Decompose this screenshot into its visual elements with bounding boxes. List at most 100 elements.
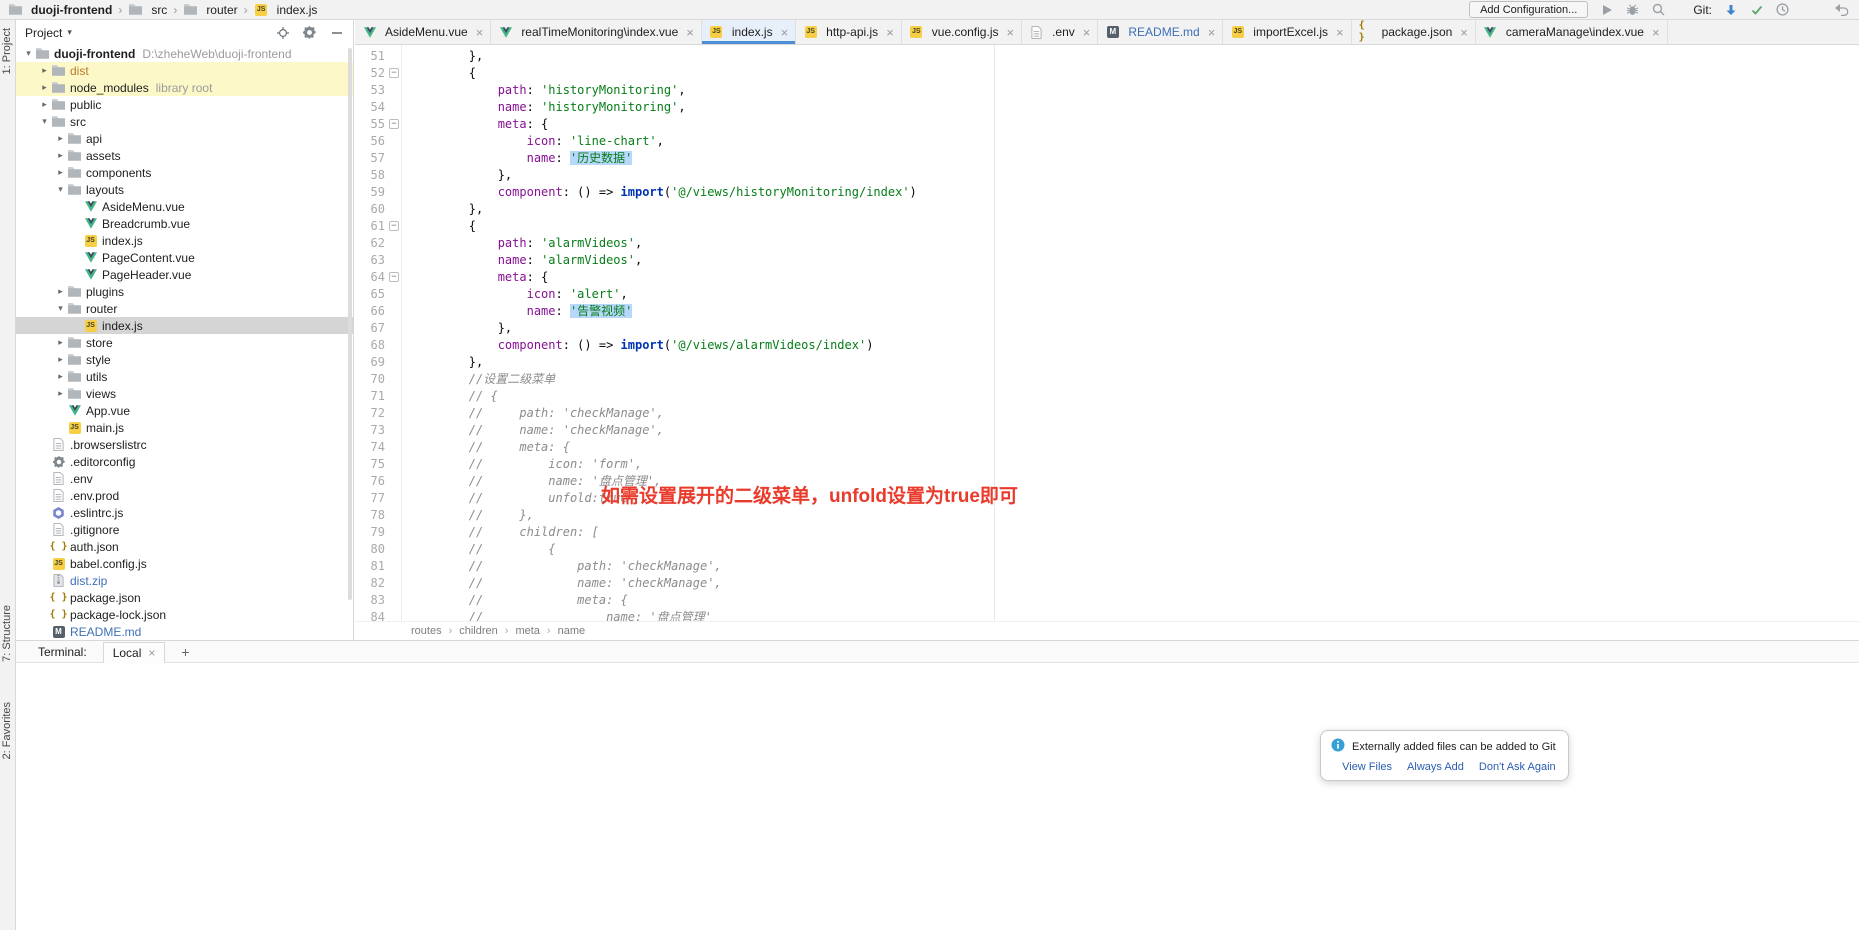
- chevron-down-icon[interactable]: ▾: [54, 303, 67, 314]
- fold-icon[interactable]: −: [389, 68, 399, 78]
- editor-tab[interactable]: JSimportExcel.js×: [1223, 20, 1351, 44]
- tree-row[interactable]: { }package-lock.json: [16, 606, 353, 623]
- editor-tab[interactable]: .env×: [1022, 20, 1098, 44]
- git-update-icon[interactable]: [1723, 2, 1738, 17]
- close-icon[interactable]: ×: [1460, 26, 1468, 39]
- new-terminal-icon[interactable]: +: [181, 644, 189, 660]
- git-history-icon[interactable]: [1775, 2, 1790, 17]
- gear-icon[interactable]: [302, 25, 317, 40]
- breadcrumb-item[interactable]: duoji-frontend: [6, 3, 114, 17]
- close-icon[interactable]: ×: [781, 26, 789, 39]
- editor-breadcrumb-item[interactable]: name: [558, 625, 586, 637]
- tree-row[interactable]: ▸node_moduleslibrary root: [16, 79, 353, 96]
- tree-row[interactable]: ▸api: [16, 130, 353, 147]
- chevron-right-icon[interactable]: ▸: [38, 82, 51, 93]
- tree-row[interactable]: .env: [16, 470, 353, 487]
- tree-row[interactable]: ▾router: [16, 300, 353, 317]
- chevron-right-icon[interactable]: ▸: [54, 150, 67, 161]
- tree-row[interactable]: ▸views: [16, 385, 353, 402]
- editor-tab[interactable]: AsideMenu.vue×: [355, 20, 491, 44]
- tree-row[interactable]: .editorconfig: [16, 453, 353, 470]
- tree-row[interactable]: ▸store: [16, 334, 353, 351]
- close-icon[interactable]: ×: [886, 26, 894, 39]
- tree-row[interactable]: dist.zip: [16, 572, 353, 589]
- close-icon[interactable]: ×: [1083, 26, 1091, 39]
- breadcrumb-item[interactable]: src: [126, 3, 169, 17]
- chevron-down-icon[interactable]: ▾: [22, 48, 35, 59]
- chevron-right-icon[interactable]: ▸: [38, 99, 51, 110]
- tree-row[interactable]: ▸style: [16, 351, 353, 368]
- breadcrumb-item[interactable]: router: [181, 3, 239, 17]
- tree-row[interactable]: JSindex.js: [16, 232, 353, 249]
- undo-icon[interactable]: [1834, 2, 1849, 17]
- chevron-right-icon[interactable]: ▸: [54, 286, 67, 297]
- tree-row[interactable]: PageContent.vue: [16, 249, 353, 266]
- tree-row[interactable]: ▸assets: [16, 147, 353, 164]
- editor-tab[interactable]: JShttp-api.js×: [796, 20, 902, 44]
- fold-icon[interactable]: −: [389, 272, 399, 282]
- editor-tab[interactable]: cameraManage\index.vue×: [1476, 20, 1668, 44]
- close-icon[interactable]: ×: [148, 646, 155, 660]
- tool-button-structure[interactable]: 7: Structure: [1, 605, 15, 662]
- always-add-link[interactable]: Always Add: [1407, 761, 1464, 773]
- chevron-right-icon[interactable]: ▸: [54, 337, 67, 348]
- editor-tab[interactable]: JSindex.js×: [702, 20, 796, 44]
- tree-row[interactable]: AsideMenu.vue: [16, 198, 353, 215]
- chevron-down-icon[interactable]: ▾: [54, 184, 67, 195]
- tree-row[interactable]: ▾src: [16, 113, 353, 130]
- tree-row[interactable]: .eslintrc.js: [16, 504, 353, 521]
- tree-row[interactable]: .browserslistrc: [16, 436, 353, 453]
- run-icon[interactable]: [1599, 2, 1614, 17]
- chevron-right-icon[interactable]: ▸: [54, 388, 67, 399]
- editor-tab[interactable]: JSvue.config.js×: [902, 20, 1022, 44]
- debug-icon[interactable]: [1625, 2, 1640, 17]
- tree-row[interactable]: ▸components: [16, 164, 353, 181]
- tree-row[interactable]: App.vue: [16, 402, 353, 419]
- chevron-right-icon[interactable]: ▸: [54, 371, 67, 382]
- tool-button-favorites[interactable]: 2: Favorites: [1, 702, 15, 759]
- terminal-output[interactable]: [16, 663, 1859, 677]
- tree-row[interactable]: { }auth.json: [16, 538, 353, 555]
- tree-row[interactable]: MREADME.md: [16, 623, 353, 640]
- chevron-down-icon[interactable]: ▾: [38, 116, 51, 127]
- editor-tab[interactable]: MREADME.md×: [1098, 20, 1223, 44]
- chevron-down-icon[interactable]: ▾: [67, 27, 72, 38]
- chevron-right-icon[interactable]: ▸: [38, 65, 51, 76]
- search-icon[interactable]: [1651, 2, 1666, 17]
- close-icon[interactable]: ×: [1336, 26, 1344, 39]
- tree-row[interactable]: ▸utils: [16, 368, 353, 385]
- chevron-right-icon[interactable]: ▸: [54, 354, 67, 365]
- tree-row[interactable]: ▾layouts: [16, 181, 353, 198]
- editor-breadcrumb-item[interactable]: routes: [411, 625, 442, 637]
- hide-panel-icon[interactable]: [329, 25, 344, 40]
- tree-row[interactable]: .env.prod: [16, 487, 353, 504]
- view-files-link[interactable]: View Files: [1342, 761, 1392, 773]
- close-icon[interactable]: ×: [686, 26, 694, 39]
- dont-ask-again-link[interactable]: Don't Ask Again: [1479, 761, 1556, 773]
- tool-button-project[interactable]: 1: Project: [1, 28, 15, 74]
- tree-row[interactable]: PageHeader.vue: [16, 266, 353, 283]
- close-icon[interactable]: ×: [1006, 26, 1014, 39]
- project-tree-scrollbar[interactable]: [348, 48, 352, 600]
- tree-row[interactable]: ▾duoji-frontendD:\zheheWeb\duoji-fronten…: [16, 45, 353, 62]
- add-configuration-button[interactable]: Add Configuration...: [1469, 1, 1588, 18]
- tree-row[interactable]: JSbabel.config.js: [16, 555, 353, 572]
- tree-row[interactable]: ▸public: [16, 96, 353, 113]
- editor-code-area[interactable]: }, { path: 'historyMonitoring', name: 'h…: [403, 45, 1859, 621]
- editor-breadcrumb-item[interactable]: meta: [515, 625, 539, 637]
- tree-row[interactable]: JSmain.js: [16, 419, 353, 436]
- project-panel-title[interactable]: Project: [25, 26, 62, 40]
- fold-icon[interactable]: −: [389, 221, 399, 231]
- terminal-tab-local[interactable]: Local ×: [103, 642, 166, 663]
- tree-row[interactable]: .gitignore: [16, 521, 353, 538]
- editor-tab[interactable]: realTimeMonitoring\index.vue×: [491, 20, 702, 44]
- tree-row[interactable]: JSindex.js: [16, 317, 353, 334]
- fold-icon[interactable]: −: [389, 119, 399, 129]
- locate-file-icon[interactable]: [275, 25, 290, 40]
- close-icon[interactable]: ×: [476, 26, 484, 39]
- code-editor[interactable]: 5152−535455−565758596061−626364−65666768…: [355, 45, 1859, 621]
- tree-row[interactable]: { }package.json: [16, 589, 353, 606]
- close-icon[interactable]: ×: [1208, 26, 1216, 39]
- breadcrumb-item[interactable]: JSindex.js: [252, 3, 320, 17]
- editor-breadcrumb-item[interactable]: children: [459, 625, 498, 637]
